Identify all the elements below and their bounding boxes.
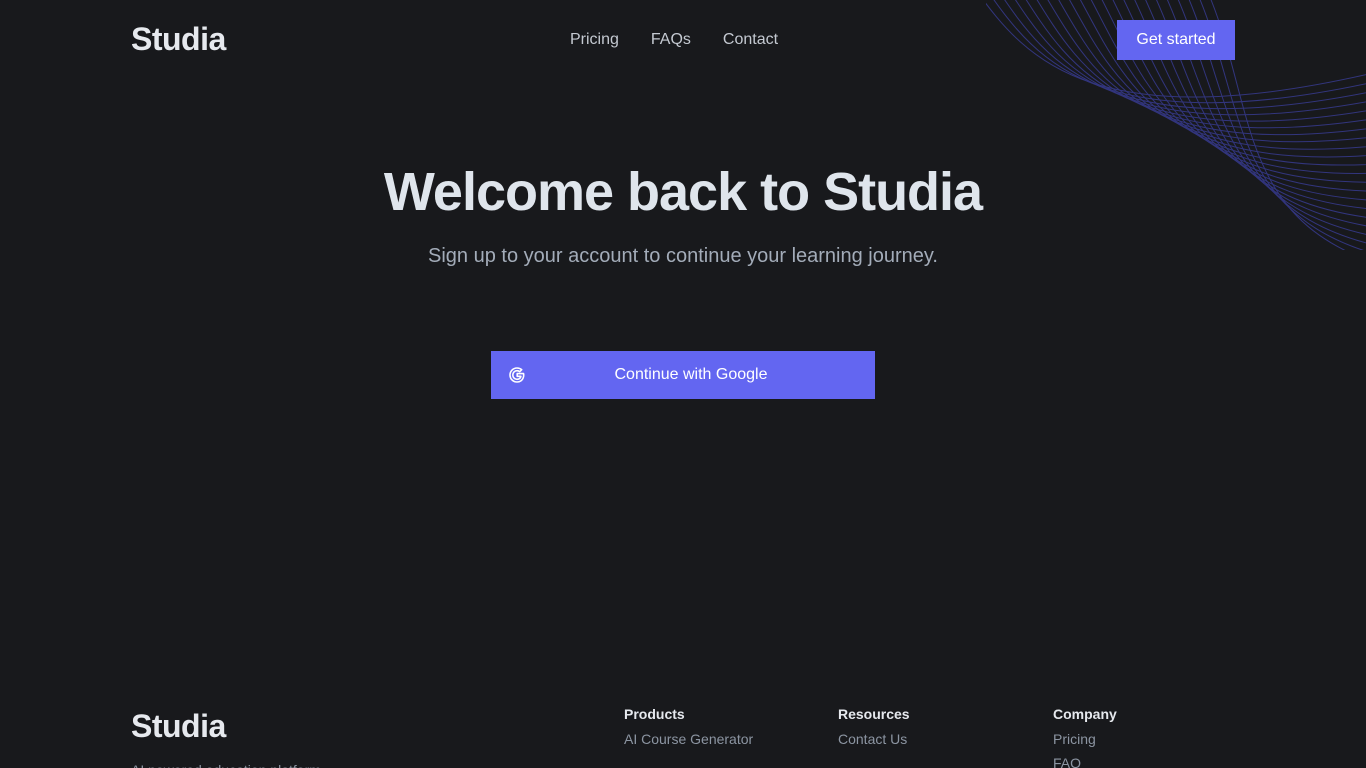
page-subtitle: Sign up to your account to continue your… xyxy=(428,245,938,267)
footer-link-faq[interactable]: FAQ xyxy=(1053,754,1117,768)
google-g-icon xyxy=(509,367,525,383)
continue-with-google-button[interactable]: Continue with Google xyxy=(491,351,875,399)
nav-link-contact[interactable]: Contact xyxy=(723,29,778,51)
footer-tagline: AI powered education platform xyxy=(131,760,321,768)
footer-logo: Studia xyxy=(131,708,226,744)
footer-link-ai-course-generator[interactable]: AI Course Generator xyxy=(624,730,753,748)
footer-column-company: Company Pricing FAQ xyxy=(1053,705,1117,768)
page: Studia Pricing FAQs Contact Get started … xyxy=(0,0,1366,768)
main-nav: Pricing FAQs Contact xyxy=(570,29,778,51)
footer-heading-products: Products xyxy=(624,706,685,722)
header-logo[interactable]: Studia xyxy=(131,19,226,59)
nav-link-pricing[interactable]: Pricing xyxy=(570,29,619,51)
footer-heading-resources: Resources xyxy=(838,706,910,722)
footer-heading-company: Company xyxy=(1053,706,1117,722)
footer-column-products: Products AI Course Generator xyxy=(624,705,753,754)
page-title: Welcome back to Studia xyxy=(383,162,983,222)
footer-link-contact-us[interactable]: Contact Us xyxy=(838,730,910,748)
nav-link-faqs[interactable]: FAQs xyxy=(651,29,691,51)
footer-link-pricing[interactable]: Pricing xyxy=(1053,730,1117,748)
wave-line xyxy=(1025,0,1366,122)
get-started-button[interactable]: Get started xyxy=(1117,20,1235,60)
footer-column-resources: Resources Contact Us xyxy=(838,705,910,754)
google-button-label: Continue with Google xyxy=(614,366,768,383)
